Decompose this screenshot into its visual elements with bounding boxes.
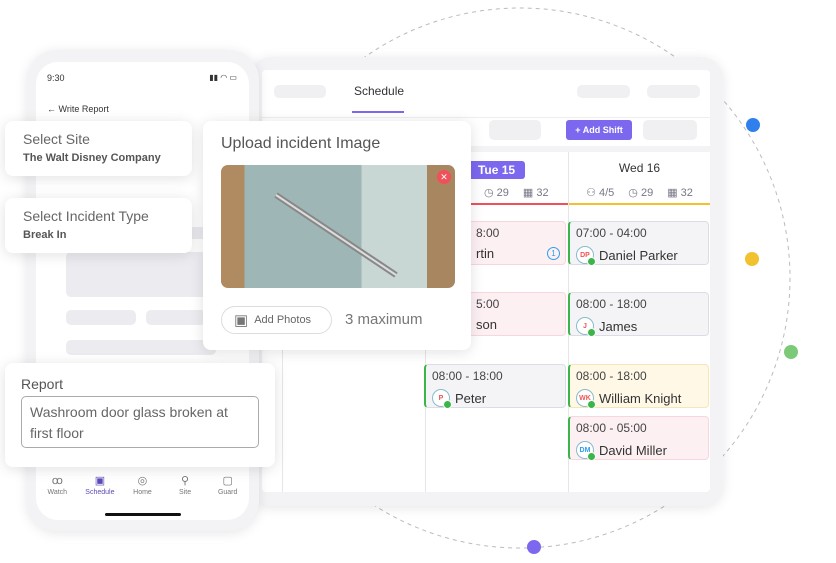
green-dot [784,345,798,359]
nav-home[interactable]: ◎ Home [122,474,162,496]
nav-guard[interactable]: ▢ Guard [208,474,248,496]
bottom-nav: ꝏ Watch ▣ Schedule ◎ Home ⚲ Site ▢ Guard [36,474,249,496]
calendar-icon: ▣ [94,475,106,487]
nav-schedule[interactable]: ▣ Schedule [80,474,120,496]
incident-image [221,165,455,288]
nav-watch[interactable]: ꝏ Watch [37,474,77,496]
remove-image-icon[interactable]: ✕ [437,170,451,184]
day-tue-badge[interactable]: Tue 15 [468,161,525,179]
report-card: Report Washroom door glass broken at fir… [5,363,275,467]
back-button[interactable]: ← Write Report [47,104,109,114]
shift-card[interactable]: 08:00 - 18:00 J James [568,292,709,337]
status-time: 9:30 [47,73,65,83]
binoculars-icon: ꝏ [51,475,63,487]
blue-dot [746,118,760,132]
location-pin-icon: ⚲ [181,475,190,487]
screen-title: Write Report [58,104,109,114]
nav-site[interactable]: ⚲ Site [165,474,205,496]
camera-icon: ▣ [234,312,249,329]
status-icons: ▮▮ ◠ ▭ [209,73,237,82]
shift-card[interactable]: 08:00 - 05:00 DM David Miller [568,416,709,461]
home-indicator [105,513,181,516]
select-site-field[interactable]: Select Site The Walt Disney Company [5,121,192,176]
report-textarea[interactable]: Washroom door glass broken at first floo… [21,396,259,448]
home-icon: ◎ [137,475,148,487]
tue-stats: ◷ 29 ▦ 32 [484,186,549,199]
calendar-icon: ▦ 32 [522,187,549,199]
clock-icon: ◷ 29 [484,187,509,199]
guard-icon: ▢ [222,475,233,487]
add-photos-button[interactable]: ▣ Add Photos [221,306,332,334]
shift-card[interactable]: 07:00 - 04:00 DP Daniel Parker [568,221,709,266]
calendar-icon: ▦ 32 [667,187,693,199]
shift-card[interactable]: 08:00 - 18:00 WK William Knight [568,364,709,409]
day-wed-label[interactable]: Wed 16 [569,161,710,175]
person-icon: ⚇ 4/5 [586,187,615,199]
yellow-dot [745,252,759,266]
upload-card: Upload incident Image ✕ ▣ Add Photos 3 ma… [203,121,471,350]
tab-schedule[interactable]: Schedule [354,84,404,98]
count-badge: 1 [547,247,560,260]
wed-stats: ⚇ 4/5 ◷ 29 ▦ 32 [569,186,710,199]
clock-icon: ◷ 29 [628,187,654,199]
incident-type-field[interactable]: Select Incident Type Break In [5,198,192,253]
purple-dot [527,540,541,554]
shift-card[interactable]: 08:00 - 18:00 P Peter [424,364,566,409]
add-shift-button[interactable]: + Add Shift [566,120,632,140]
